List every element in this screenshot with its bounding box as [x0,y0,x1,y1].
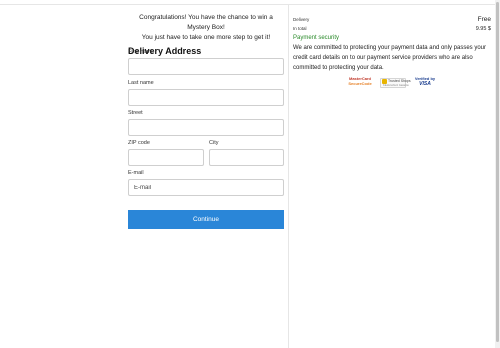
delivery-value: Free [477,16,491,23]
continue-button[interactable]: Continue [128,210,284,229]
top-bar [0,0,495,5]
promo-line-2: You just have to take one more step to g… [141,34,271,41]
last-name-field[interactable] [128,89,284,106]
payment-security-text: We are committed to protecting your paym… [293,45,486,71]
visa-logo-line-2: VISA [419,80,431,87]
total-row: In total 9.95 $ [293,26,491,32]
verified-by-visa-logo: Verified by VISA [413,76,437,89]
vertical-scrollbar[interactable] [495,0,500,348]
street-field[interactable] [128,119,284,136]
email-field[interactable] [128,179,284,196]
total-label: In total [293,26,307,31]
mastercard-logo-line-2: SecureCode [348,80,372,86]
first-name-label: First name [128,49,154,55]
last-name-label: Last name [128,80,154,86]
first-name-field[interactable] [128,58,284,75]
delivery-row: Delivery Free [293,16,491,23]
mastercard-securecode-logo: MasterCard SecureCode [347,76,373,89]
email-label: E-mail [128,170,144,176]
zip-code-label: ZIP code [128,140,150,146]
trusted-shops-logo-line-1: Trusted Shops [388,79,411,83]
total-value: 9.95 $ [475,26,491,32]
street-label: Street [128,110,143,116]
column-divider [288,5,289,348]
promo-message: Congratulations! You have the chance to … [128,13,284,43]
payment-security-title: Payment security [293,35,340,41]
security-badges: MasterCard SecureCode Trusted Shops Käuf… [347,76,437,89]
city-field[interactable] [209,149,284,166]
promo-line-1: Congratulations! You have the chance to … [139,14,273,31]
scrollbar-thumb[interactable] [496,2,499,342]
city-label: City [209,140,219,146]
trusted-shops-logo-line-2: Käuferschutz Garantie [383,84,409,87]
delivery-label: Delivery [293,17,310,22]
zip-code-field[interactable] [128,149,204,166]
trusted-shops-logo: Trusted Shops Käuferschutz Garantie [380,77,411,89]
